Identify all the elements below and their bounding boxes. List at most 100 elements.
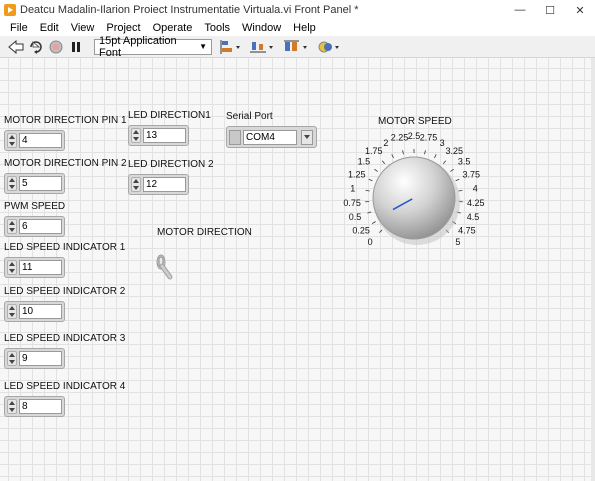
- knob-tick-label: 5: [455, 237, 460, 247]
- font-select[interactable]: 15pt Application Font ▼: [94, 35, 212, 59]
- align-objects-button[interactable]: [220, 39, 242, 54]
- menu-operate[interactable]: Operate: [147, 22, 199, 34]
- knob-tick-mark: [379, 229, 383, 233]
- serial-port-value[interactable]: COM4: [243, 129, 297, 145]
- led-speed-3-value[interactable]: 9: [19, 351, 62, 366]
- knob-tick-label: 3: [440, 138, 445, 148]
- pause-icon[interactable]: [68, 39, 84, 55]
- knob-tick-mark: [381, 160, 386, 165]
- knob-tick-label: 4: [473, 183, 478, 193]
- chevron-down-icon: ▼: [199, 42, 207, 51]
- knob-tick-label: 1.5: [358, 157, 371, 167]
- resize-objects-button[interactable]: [284, 40, 310, 54]
- knob-tick-mark: [365, 189, 370, 192]
- abort-execution-icon[interactable]: [48, 39, 64, 55]
- knob-tick-label: 3.25: [446, 146, 464, 156]
- knob-tick-label: 1: [350, 183, 355, 193]
- menu-window[interactable]: Window: [236, 22, 287, 34]
- knob-tick-mark: [455, 178, 460, 182]
- menu-tools[interactable]: Tools: [198, 22, 236, 34]
- menu-edit[interactable]: Edit: [34, 22, 65, 34]
- knob-tick-label: 2.25: [391, 133, 409, 143]
- title-bar: Deatcu Madalin-Ilarion Proiect Instrumen…: [0, 0, 595, 20]
- motor-dir-pin1-value[interactable]: 4: [19, 133, 62, 148]
- motor-direction-toggle-switch[interactable]: [154, 251, 176, 284]
- menu-file[interactable]: File: [4, 22, 34, 34]
- increment-spinner[interactable]: [7, 351, 17, 366]
- motor-speed-knob-dial[interactable]: 0 0.25 0.5 0.75 1 1.25 1.51.7522.25 2.5 2.7533.2…: [340, 118, 505, 283]
- increment-spinner[interactable]: [7, 133, 17, 148]
- increment-spinner[interactable]: [7, 304, 17, 319]
- led-dir-1-label: LED DIRECTION1: [128, 110, 211, 121]
- increment-spinner[interactable]: [7, 219, 17, 234]
- knob-tick-label: 4.25: [467, 198, 485, 208]
- led-speed-2-control[interactable]: 10: [4, 301, 65, 322]
- knob-tick-label: 3.75: [463, 169, 481, 179]
- serial-port-dropdown-button[interactable]: [301, 129, 313, 145]
- increment-spinner[interactable]: [7, 399, 17, 414]
- motor-dir-pin1-label: MOTOR DIRECTION PIN 1: [4, 115, 127, 126]
- led-speed-2-value[interactable]: 10: [19, 304, 62, 319]
- font-select-value: 15pt Application Font: [99, 34, 177, 59]
- led-speed-4-value[interactable]: 8: [19, 399, 62, 414]
- vertical-scrollbar[interactable]: [591, 58, 595, 481]
- motor-dir-pin1-control[interactable]: 4: [4, 130, 65, 151]
- knob-tick-label: 0: [368, 237, 373, 247]
- motor-dir-pin2-control[interactable]: 5: [4, 173, 65, 194]
- led-dir-2-control[interactable]: 12: [128, 174, 189, 195]
- serial-port-control[interactable]: COM4: [226, 126, 317, 148]
- led-dir-2-value[interactable]: 12: [143, 177, 186, 192]
- pwm-speed-value[interactable]: 6: [19, 219, 62, 234]
- motor-dir-pin2-label: MOTOR DIRECTION PIN 2: [4, 158, 127, 169]
- increment-spinner[interactable]: [7, 260, 17, 275]
- led-speed-2-label: LED SPEED INDICATOR 2: [4, 286, 126, 297]
- led-speed-4-control[interactable]: 8: [4, 396, 65, 417]
- menu-help[interactable]: Help: [287, 22, 322, 34]
- reorder-button[interactable]: [318, 40, 344, 54]
- minimize-button[interactable]: —: [505, 0, 535, 20]
- distribute-objects-button[interactable]: [250, 40, 276, 54]
- increment-spinner[interactable]: [131, 177, 141, 192]
- knob-tick-label: 0.25: [352, 225, 370, 235]
- knob-tick-mark: [424, 150, 426, 155]
- increment-spinner[interactable]: [7, 176, 17, 191]
- knob-tick-mark: [458, 189, 463, 192]
- run-continuously-icon[interactable]: [28, 39, 44, 55]
- pwm-speed-control[interactable]: 6: [4, 216, 65, 237]
- motor-speed-knob-body[interactable]: [372, 156, 456, 240]
- knob-tick-label: 1.25: [348, 169, 366, 179]
- led-speed-4-label: LED SPEED INDICATOR 4: [4, 381, 126, 392]
- run-arrow-icon[interactable]: [8, 39, 24, 55]
- led-speed-3-control[interactable]: 9: [4, 348, 65, 369]
- motor-dir-pin2-value[interactable]: 5: [19, 176, 62, 191]
- knob-tick-label: 0.75: [343, 198, 361, 208]
- close-button[interactable]: ✕: [565, 0, 595, 20]
- serial-port-label: Serial Port: [226, 111, 273, 122]
- led-dir-2-label: LED DIRECTION 2: [128, 159, 214, 170]
- led-dir-1-value[interactable]: 13: [143, 128, 186, 143]
- motor-speed-knob[interactable]: 0 0.25 0.5 0.75 1 1.25 1.5 1.75 2 2.25 2.5 2.75 3 3.2…: [340, 118, 505, 283]
- knob-tick-mark: [450, 168, 454, 172]
- motor-direction-label: MOTOR DIRECTION: [157, 227, 252, 238]
- toolbar: 15pt Application Font ▼: [0, 35, 595, 59]
- led-speed-3-label: LED SPEED INDICATOR 3: [4, 333, 126, 344]
- led-dir-1-control[interactable]: 13: [128, 125, 189, 146]
- menu-view[interactable]: View: [65, 22, 101, 34]
- increment-spinner[interactable]: [131, 128, 141, 143]
- knob-tick-label: 4.5: [467, 212, 480, 222]
- led-speed-1-value[interactable]: 11: [19, 260, 62, 275]
- knob-tick-mark: [372, 221, 376, 224]
- menu-project[interactable]: Project: [100, 22, 146, 34]
- knob-tick-label: 3.5: [458, 157, 471, 167]
- knob-tick-mark: [434, 154, 437, 159]
- menu-bar: File Edit View Project Operate Tools Win…: [0, 20, 595, 36]
- knob-tick-label: 4.75: [458, 225, 476, 235]
- knob-tick-label: 0.5: [349, 212, 362, 222]
- maximize-button[interactable]: ☐: [535, 0, 565, 20]
- knob-tick-mark: [442, 160, 447, 165]
- knob-tick-mark: [391, 154, 394, 159]
- knob-tick-mark: [402, 150, 404, 155]
- knob-tick-label: 2.75: [420, 133, 438, 143]
- led-speed-1-control[interactable]: 11: [4, 257, 65, 278]
- chevron-down-icon: [304, 135, 310, 139]
